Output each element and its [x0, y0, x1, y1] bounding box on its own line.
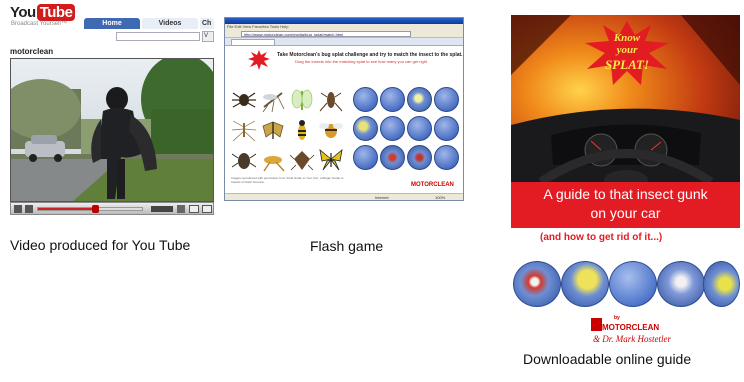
guide-splat-5 — [703, 261, 740, 307]
wasp-icon[interactable] — [289, 117, 315, 143]
splat-target-1[interactable] — [353, 87, 378, 112]
splat-target-7[interactable] — [407, 116, 432, 141]
splat-target-8[interactable] — [434, 116, 459, 141]
guide-title: A guide to that insect gunk on your car — [515, 185, 736, 223]
logo-word-splat: SPLAT! — [605, 57, 649, 72]
browser-status-bar: Internet 100% — [225, 193, 463, 200]
guide-splat-3 — [609, 261, 657, 307]
guide-subtitle: (and how to get rid of it...) — [540, 232, 663, 243]
flash-game-screenshot: File Edit View Favorites Tools Help http… — [224, 17, 464, 201]
splat-target-4[interactable] — [434, 87, 459, 112]
status-zoom[interactable]: 100% — [435, 195, 445, 200]
guide-cover-image: Know your SPLAT! A guide to that insect … — [511, 15, 740, 228]
logo-word-know: Know — [613, 32, 641, 44]
spider-icon[interactable] — [231, 87, 257, 113]
video-still-image — [11, 59, 213, 201]
normal-size-icon[interactable] — [189, 205, 199, 213]
speaker-icon[interactable] — [177, 205, 185, 213]
splat-target-10[interactable] — [380, 145, 405, 170]
guide-author: & Dr. Mark Hostetler — [593, 334, 671, 344]
game-heading: Take Motorclean's bug splat challenge an… — [277, 52, 463, 58]
splat-target-9[interactable] — [353, 145, 378, 170]
caption-youtube: Video produced for You Tube — [10, 237, 191, 253]
volume-slider[interactable] — [151, 206, 173, 212]
guide-splat-4 — [657, 261, 705, 307]
guide-splat-1 — [513, 261, 561, 307]
motorclean-m-icon — [591, 318, 602, 331]
crane-fly-icon[interactable] — [231, 117, 257, 143]
splat-target-3[interactable] — [407, 87, 432, 112]
cricket-icon[interactable] — [318, 87, 344, 113]
youtube-tagline: Broadcast Yourself™ — [11, 21, 68, 27]
motorclean-logo[interactable]: MOTORCLEAN — [411, 182, 454, 188]
channel-username[interactable]: motorclean — [10, 47, 53, 56]
address-input[interactable]: http://www.motorclean.com/media/bug_spla… — [241, 31, 411, 37]
game-credits: Images reproduced with permission from '… — [231, 176, 344, 184]
video-frame[interactable] — [10, 58, 214, 202]
guide-splat-row — [511, 261, 740, 309]
seek-handle[interactable] — [92, 205, 100, 213]
youtube-logo-tube: Tube — [36, 4, 76, 21]
caption-guide: Downloadable online guide — [523, 351, 692, 367]
fullscreen-icon[interactable] — [202, 205, 212, 213]
splat-target-6[interactable] — [380, 116, 405, 141]
tab-videos[interactable]: Videos — [142, 18, 198, 29]
youtube-logo-you: You — [10, 4, 36, 21]
splat-target-11[interactable] — [407, 145, 432, 170]
moth-icon[interactable] — [260, 117, 286, 143]
youtube-screenshot: You Tube Broadcast Yourself™ Home Videos … — [8, 2, 214, 216]
play-icon[interactable] — [14, 205, 22, 213]
guide-title-band: A guide to that insect gunk on your car — [511, 182, 740, 228]
butterfly-icon[interactable] — [318, 147, 344, 173]
mosquito-icon[interactable] — [260, 87, 286, 113]
browser-address-bar: http://www.motorclean.com/media/bug_spla… — [225, 30, 463, 38]
search-button[interactable]: V — [202, 31, 214, 42]
game-page: Take Motorclean's bug splat challenge an… — [225, 46, 463, 194]
stink-bug-icon[interactable] — [289, 147, 315, 173]
seek-bar-progress — [38, 208, 96, 210]
youtube-logo[interactable]: You Tube — [10, 4, 76, 21]
guide-title-line-2: on your car — [590, 205, 661, 221]
pause-icon[interactable] — [25, 205, 33, 213]
tab-home[interactable]: Home — [84, 18, 140, 29]
search-input[interactable] — [116, 32, 200, 41]
guide-title-line-1: A guide to that insect gunk — [543, 186, 708, 202]
seek-bar[interactable] — [37, 205, 143, 213]
player-controls — [10, 202, 214, 215]
splat-target-5[interactable] — [353, 116, 378, 141]
browser-tab-strip — [225, 38, 463, 46]
splat-target-2[interactable] — [380, 87, 405, 112]
know-your-splat-logo: Know your SPLAT! — [585, 21, 669, 85]
logo-word-your: your — [615, 44, 639, 56]
grasshopper-icon[interactable] — [260, 147, 286, 173]
guide-splat-2 — [561, 261, 609, 307]
guide-brand: MOTORCLEAN — [602, 323, 660, 332]
guide-by: by — [614, 315, 620, 321]
bee-icon[interactable] — [318, 117, 344, 143]
tab-channels[interactable]: Ch — [200, 18, 214, 29]
guide-cover[interactable]: Know your SPLAT! A guide to that insect … — [511, 15, 740, 345]
lacewing-icon[interactable] — [289, 87, 315, 113]
splat-logo-icon — [248, 50, 270, 70]
status-zone: Internet — [375, 195, 389, 200]
caption-flash-game: Flash game — [310, 238, 384, 254]
beetle-icon[interactable] — [231, 147, 257, 173]
browser-tab[interactable] — [231, 39, 275, 46]
splat-target-12[interactable] — [434, 145, 459, 170]
game-instructions: Drag the insects into the matching splat… — [295, 59, 428, 64]
